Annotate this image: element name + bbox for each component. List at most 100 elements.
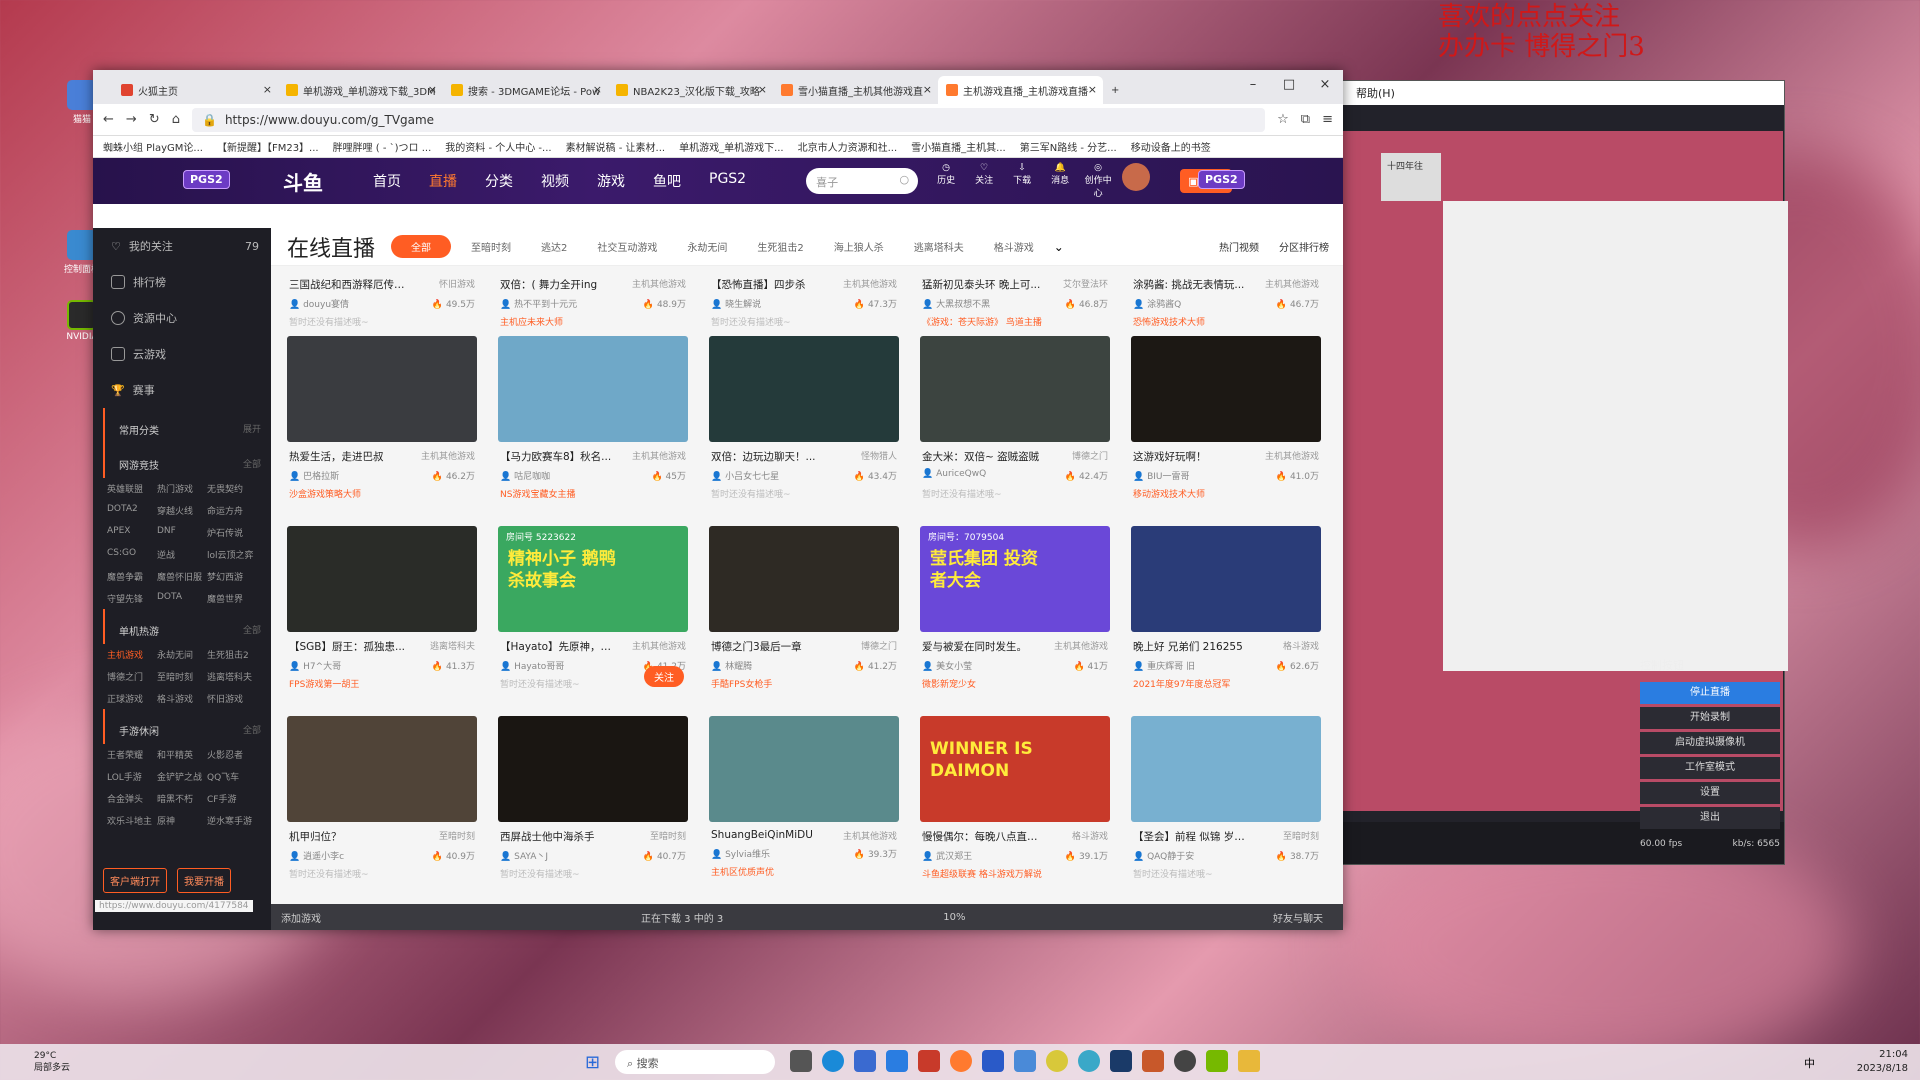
nav-pgs2[interactable]: PGS2 [709,171,746,191]
category-link[interactable]: 英雄联盟 [107,482,157,495]
sidebar-item-resource[interactable]: 资源中心 [93,300,271,336]
new-tab-icon[interactable]: + [1103,76,1133,104]
stream-thumbnail[interactable]: 房间号：7079504 莹氏集团 投资者大会 [920,526,1110,632]
stream-title[interactable]: 慢慢偶尔：每晚八点直播... [922,829,1042,844]
streamer-name[interactable]: 👤 QAQ静于安 [1133,849,1194,862]
bookmark-item[interactable]: 雪小猫直播_主机其... [911,139,1006,154]
filter-chip-active[interactable]: 全部 [391,235,452,258]
stream-card[interactable]: 【SGB】厨王：孤独患... 逃离塔科夫 👤 H7^大哥 🔥 41.3万 FPS游戏第一… [287,526,477,716]
stream-thumbnail[interactable] [1131,336,1321,442]
category-link[interactable]: 逆战 [157,548,207,561]
address-bar[interactable]: 🔒 https://www.douyu.com/g_TVgame [191,107,1266,132]
stream-title[interactable]: 晚上好 兄弟们 216255 [1133,639,1253,654]
stream-thumbnail[interactable] [709,716,899,822]
stream-title[interactable]: 金大米：双倍~ 盗贼盗贼 [922,449,1042,464]
all-link[interactable]: 全部 [243,457,261,470]
sidebar-item-rank[interactable]: 排行榜 [93,264,271,300]
filter-chip[interactable]: 永劫无间 [677,235,737,258]
filter-chip[interactable]: 社交互动游戏 [587,235,667,258]
app-icon[interactable] [982,1050,1004,1072]
category-link[interactable]: 逃离塔科夫 [207,670,257,683]
app-icon[interactable] [1046,1050,1068,1072]
stream-thumbnail[interactable]: WINNER IS DAIMON [920,716,1110,822]
category-link[interactable]: 魔兽争霸 [107,570,157,583]
close-icon[interactable]: × [758,83,767,96]
bookmark-item[interactable]: 我的资料 - 个人中心 -... [445,139,551,154]
filter-chip[interactable]: 格斗游戏 [984,235,1044,258]
stream-category[interactable]: 主机其他游戏 [1265,449,1319,464]
stream-title[interactable]: 【马力欧赛车8】秋名... [500,449,620,464]
clock[interactable]: 21:04 2023/8/18 [1857,1048,1908,1076]
download-icon[interactable]: ⇩ 下载 [1008,163,1036,199]
stream-title[interactable]: 机甲归位？ [289,829,409,844]
close-icon[interactable]: × [593,83,602,96]
start-icon[interactable]: ⊞ [585,1052,600,1073]
stream-category[interactable]: 格斗游戏 [1072,829,1108,844]
category-link[interactable]: CS:GO [107,548,157,561]
stream-title[interactable]: 【Hayato】先原神，八... [500,639,620,654]
stream-thumbnail[interactable] [709,526,899,632]
streamer-name[interactable]: 👤 SAYA丶J [500,849,548,862]
edge-icon[interactable] [822,1050,844,1072]
stop-stream-button[interactable]: 停止直播 [1640,682,1780,704]
stream-card[interactable]: 西屏战士他中海杀手 至暗时刻 👤 SAYA丶J 🔥 40.7万 暂时还没有描述哦~ [498,716,688,906]
stream-title[interactable]: 西屏战士他中海杀手 [500,829,620,844]
rank-link[interactable]: 分区排行榜 [1279,239,1329,254]
bookmark-item[interactable]: 第三军N路线 - 分艺... [1020,139,1117,154]
streamer-name[interactable]: 👤 逍遥小李c [289,849,344,862]
minimize-icon[interactable]: – [1235,70,1271,100]
stream-category[interactable]: 格斗游戏 [1283,639,1319,654]
category-link[interactable]: 生死狙击2 [207,648,257,661]
stream-category[interactable]: 主机其他游戏 [632,449,686,464]
open-client-button[interactable]: 客户端打开 [103,868,167,893]
stream-category[interactable]: 艾尔登法环 [1063,277,1108,292]
folder-icon[interactable] [1238,1050,1260,1072]
category-link[interactable]: 逆水寒手游 [207,814,257,827]
category-link[interactable]: lol云顶之弈 [207,548,257,561]
obs-help-menu[interactable]: 帮助(H) [1356,85,1395,101]
bookmark-item[interactable]: 胖哩胖哩 ( - `)つロ ... [333,139,432,154]
close-icon[interactable]: × [923,83,932,96]
close-icon[interactable]: × [428,83,437,96]
streamer-name[interactable]: 👤 林耀腾 [711,659,752,672]
stream-card[interactable]: 猛新初见泰头环 晚上可... 艾尔登法环 👤 大黑叔想不黑 🔥 46.8万 《游戏：苍天… [920,270,1110,330]
stream-category[interactable]: 主机其他游戏 [632,277,686,292]
stream-card[interactable]: 热爱生活，走进巴叔 主机其他游戏 👤 巴格拉斯 🔥 46.2万 沙盒游戏策略大师 [287,336,477,526]
stream-title[interactable]: 【恐怖直播】四步杀 [711,277,831,292]
browser-tab[interactable]: NBA2K23_汉化版下载_攻略 × [608,76,773,104]
stream-title[interactable]: 涂鸦酱: 挑战无表情玩... [1133,277,1253,292]
avatar[interactable] [1122,163,1151,191]
stream-category[interactable]: 主机其他游戏 [843,829,897,842]
stream-card[interactable]: 房间号 5223622 精神小子 鹅鸭杀故事会 【Hayato】先原神，八... 主机… [498,526,688,716]
category-link[interactable]: 金铲铲之战 [157,770,207,783]
nvidia-icon[interactable] [1206,1050,1228,1072]
streamer-name[interactable]: 👤 晓生解说 [711,297,761,310]
category-link[interactable]: DOTA2 [107,504,157,517]
nav-game[interactable]: 游戏 [597,171,625,191]
stream-thumbnail[interactable] [1131,526,1321,632]
friends-chat[interactable]: 好友与聊天 [1273,910,1323,925]
category-link[interactable]: 魔兽怀旧服 [157,570,207,583]
app-icon[interactable] [790,1050,812,1072]
streamer-name[interactable]: 👤 美女小莹 [922,659,972,672]
filter-chip[interactable]: 生死狙击2 [747,235,813,258]
app-icon[interactable] [886,1050,908,1072]
category-link[interactable]: CF手游 [207,792,257,805]
reload-icon[interactable]: ↻ [149,112,160,127]
follow-icon[interactable]: ♡ 关注 [970,163,998,199]
stream-card[interactable]: 机甲归位？ 至暗时刻 👤 逍遥小李c 🔥 40.9万 暂时还没有描述哦~ [287,716,477,906]
stream-card[interactable]: 这游戏好玩啊！ 主机其他游戏 👤 BIU一雷哥 🔥 41.0万 移动游戏技术大师 [1131,336,1321,526]
stream-thumbnail[interactable] [287,716,477,822]
streamer-name[interactable]: 👤 douyu宴倩 [289,297,349,310]
menu-icon[interactable]: ≡ [1322,112,1333,127]
nav-category[interactable]: 分类 [485,171,513,191]
stream-category[interactable]: 主机其他游戏 [421,449,475,464]
category-link[interactable]: DOTA [157,592,207,605]
stream-card[interactable]: 金大米：双倍~ 盗贼盗贼 博德之门 👤 AuriceQwQ 🔥 42.4万 暂时还没有描… [920,336,1110,526]
category-link[interactable]: QQ飞车 [207,770,257,783]
category-link[interactable]: LOL手游 [107,770,157,783]
pgs-badge[interactable]: PGS2 [1198,170,1245,189]
settings-button[interactable]: 设置 [1640,782,1780,804]
close-window-icon[interactable]: × [1307,70,1343,100]
search-icon[interactable]: ○ [899,173,909,186]
